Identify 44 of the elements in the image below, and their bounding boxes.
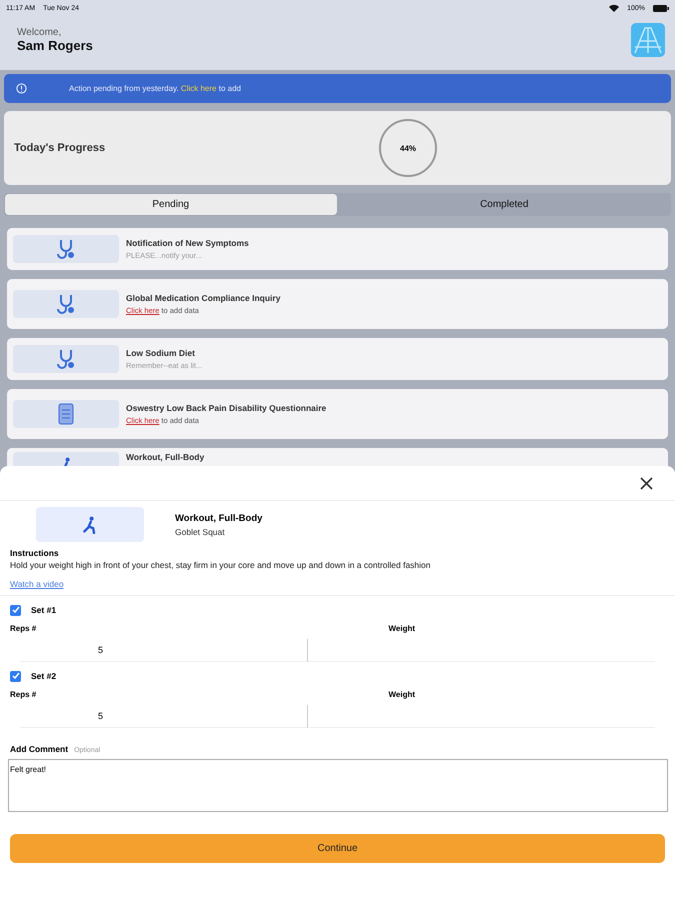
task-title: Notification of New Symptoms	[126, 238, 249, 248]
tab[interactable]: Pending	[5, 194, 336, 215]
checkbox[interactable]	[10, 604, 21, 616]
exercise-name: Goblet Squat	[175, 526, 226, 536]
weight-label: Weight	[388, 690, 416, 699]
continue-button[interactable]: Continue	[10, 834, 665, 863]
weight-field[interactable]	[306, 639, 655, 662]
welcome-text: Welcome,	[17, 26, 62, 38]
stethoscope-icon	[56, 348, 76, 370]
add-comment-label: Add Comment	[10, 744, 68, 754]
watch-video-link[interactable]: Watch a video	[10, 579, 64, 589]
instructions-label: Instructions	[10, 548, 60, 558]
document-icon	[58, 403, 74, 425]
reps-field[interactable]: 5	[20, 705, 306, 728]
app-logo-icon	[631, 22, 665, 56]
comment-field[interactable]: Felt great!	[8, 759, 668, 812]
tab[interactable]: Completed	[338, 194, 670, 215]
progress-title: Today's Progress	[14, 142, 106, 154]
exercise-title: Workout, Full-Body	[175, 512, 262, 524]
info-icon	[16, 83, 27, 94]
reps-field[interactable]: 5	[20, 639, 306, 662]
stethoscope-icon	[56, 238, 76, 260]
user-name: Sam Rogers	[17, 38, 93, 52]
task-title: Workout, Full-Body	[126, 452, 204, 462]
task-title: Oswestry Low Back Pain Disability Questionnaire	[126, 403, 326, 413]
close-button[interactable]	[638, 474, 655, 492]
weight-field[interactable]	[306, 705, 655, 728]
instructions-text: Hold your weight high in front of your chest, stay firm in your core and move up and down in a controlled fashion	[10, 560, 432, 570]
task-title: Global Medication Compliance Inquiry	[126, 293, 280, 303]
progress-ring: 44%	[379, 119, 438, 177]
weight-label: Weight	[388, 624, 416, 633]
task-title: Low Sodium Diet	[126, 348, 196, 358]
close-icon	[640, 476, 653, 490]
banner-message: Action pending from yesterday. Click here to add	[69, 84, 241, 93]
reps-label: Reps #	[10, 690, 38, 699]
set-label: Set #2	[31, 671, 56, 681]
wifi-icon	[609, 4, 620, 12]
set-label: Set #1	[31, 605, 56, 615]
stethoscope-icon	[56, 293, 76, 315]
checkbox[interactable]	[10, 670, 21, 682]
task-card[interactable]: Workout, Full-Body	[7, 448, 668, 466]
click-here-link[interactable]: Click here	[180, 84, 216, 93]
reps-label: Reps #	[10, 624, 38, 633]
battery-icon	[653, 4, 669, 12]
